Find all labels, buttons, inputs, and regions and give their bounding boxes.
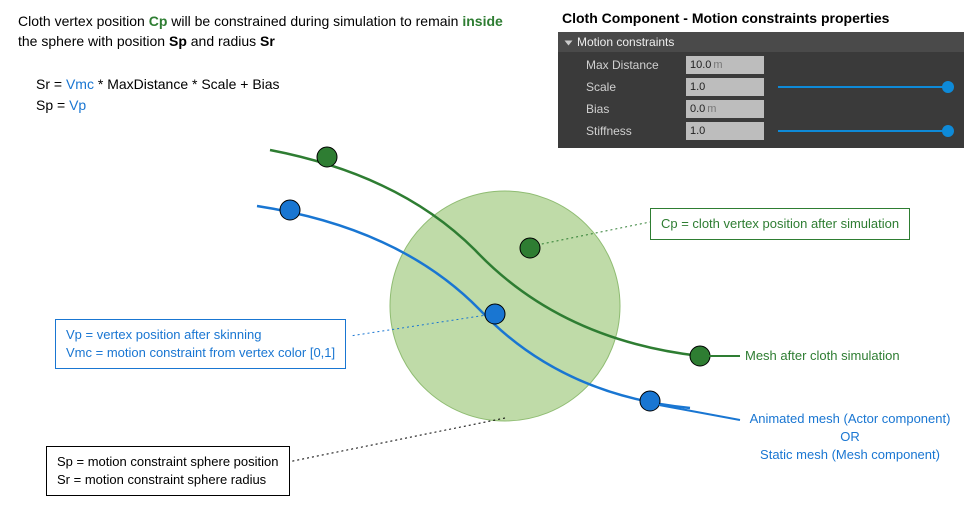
txt: Vmc = motion constraint from vertex colo… — [66, 344, 335, 362]
label-mesh-after: Mesh after cloth simulation — [745, 348, 900, 363]
txt: Static mesh (Mesh component) — [745, 446, 955, 464]
legend-vp: Vp = vertex position after skinning Vmc … — [55, 319, 346, 369]
line-animated — [659, 405, 740, 420]
dash-sphere — [288, 418, 505, 462]
green-dot-start — [317, 147, 337, 167]
legend-sp-sr: Sp = motion constraint sphere position S… — [46, 446, 290, 496]
blue-dot-start — [280, 200, 300, 220]
blue-dot-end — [640, 391, 660, 411]
txt: Sr = motion constraint sphere radius — [57, 471, 279, 489]
txt: Animated mesh (Actor component) — [745, 410, 955, 428]
green-dot-end — [690, 346, 710, 366]
green-dot-cp — [520, 238, 540, 258]
constraint-sphere — [390, 191, 620, 421]
txt: Cp = cloth vertex position after simulat… — [661, 215, 899, 233]
txt: OR — [745, 428, 955, 446]
txt: Sp = motion constraint sphere position — [57, 453, 279, 471]
txt: Vp = vertex position after skinning — [66, 326, 335, 344]
blue-dot-vp — [485, 304, 505, 324]
label-animated-mesh: Animated mesh (Actor component) OR Stati… — [745, 410, 955, 465]
legend-cp: Cp = cloth vertex position after simulat… — [650, 208, 910, 240]
